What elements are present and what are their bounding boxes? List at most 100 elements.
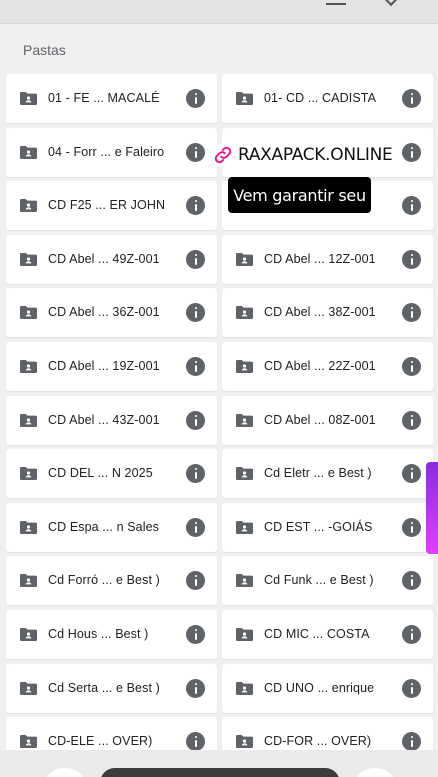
info-icon[interactable] — [186, 625, 205, 644]
info-icon[interactable] — [186, 732, 205, 752]
info-icon[interactable] — [186, 89, 205, 108]
folder-card[interactable]: CD Abel ... 12Z-001 — [222, 234, 433, 284]
bottom-nav — [0, 750, 438, 777]
ad-brand-banner[interactable]: RAXAPACK.ONLINE — [212, 144, 393, 166]
info-icon[interactable] — [402, 625, 421, 644]
folder-card[interactable]: CD F25 ... ER JOHN — [6, 181, 217, 231]
folder-card[interactable]: CD Abel ... 43Z-001 — [6, 395, 217, 445]
folder-name: 01 - FE ... MACALÉ — [48, 91, 160, 105]
folder-name: Cd Serta ... e Best ) — [48, 680, 160, 695]
info-icon[interactable] — [186, 249, 205, 269]
folder-card[interactable]: Cd Forró ... e Best ) — [6, 556, 217, 606]
link-icon — [214, 146, 232, 164]
info-icon[interactable] — [186, 410, 205, 430]
folder-name: Cd Eletr ... e Best ) — [264, 466, 372, 481]
folder-card[interactable]: CD Abel ... 22Z-001 — [222, 342, 433, 391]
folder-card[interactable]: CD MIC ... COSTA — [222, 610, 433, 659]
top-app-bar — [0, 0, 438, 24]
folder-name: CD DEL ... N 2025 — [48, 466, 153, 481]
info-icon[interactable] — [186, 196, 205, 216]
shared-folder-icon — [236, 360, 253, 373]
shared-folder-icon — [20, 252, 37, 266]
folder-card[interactable]: 01 - FE ... MACALÉ — [6, 74, 217, 123]
info-icon[interactable] — [402, 678, 421, 698]
shared-folder-icon — [236, 574, 253, 588]
folder-card[interactable]: CD UNO ... enrique — [222, 663, 433, 713]
folder-card[interactable]: CD Abel ... 19Z-001 — [6, 342, 217, 391]
nav-pill[interactable] — [100, 768, 340, 777]
shared-folder-icon — [236, 467, 253, 481]
shared-folder-icon — [20, 574, 37, 588]
info-icon[interactable] — [402, 142, 421, 162]
folder-card[interactable]: 04 - Forr ... e Faleiro — [6, 127, 217, 177]
folder-name: CD-ELE ... OVER) — [48, 734, 153, 749]
info-icon[interactable] — [402, 464, 421, 484]
info-icon[interactable] — [186, 142, 205, 162]
scroll-indicator[interactable] — [426, 462, 438, 554]
info-icon[interactable] — [186, 464, 205, 484]
folder-name: 04 - Forr ... e Faleiro — [48, 144, 165, 159]
shared-folder-icon — [20, 520, 37, 534]
info-icon[interactable] — [186, 357, 205, 376]
folder-card[interactable]: CD Abel ... 36Z-001 — [6, 288, 217, 338]
info-icon[interactable] — [402, 196, 421, 216]
info-icon[interactable] — [186, 303, 205, 323]
folder-name: CD-FOR ... OVER) — [264, 734, 372, 749]
folder-name: CD UNO ... enrique — [264, 680, 375, 695]
folder-name: CD EST ... -GOIÁS — [264, 519, 373, 534]
folder-card[interactable]: CD Abel ... 49Z-001 — [6, 234, 217, 284]
folder-card[interactable]: Cd Eletr ... e Best ) — [222, 449, 433, 499]
shared-folder-icon — [236, 681, 253, 695]
info-icon[interactable] — [186, 571, 205, 591]
shared-folder-icon — [236, 520, 253, 534]
shared-folder-icon — [236, 92, 253, 105]
section-title: Pastas — [23, 42, 66, 58]
info-icon[interactable] — [402, 410, 421, 430]
folder-card[interactable]: CD EST ... -GOIÁS — [222, 502, 433, 552]
folder-card[interactable]: Cd Serta ... e Best ) — [6, 663, 217, 713]
folder-card[interactable]: Cd Hous ... Best ) — [6, 610, 217, 659]
info-icon[interactable] — [402, 303, 421, 323]
shared-folder-icon — [20, 199, 37, 213]
folder-name: Cd Forró ... e Best ) — [48, 573, 160, 588]
folder-name: CD Abel ... 22Z-001 — [264, 359, 376, 373]
shared-folder-icon — [236, 413, 253, 427]
ad-tooltip: Vem garantir seu — [228, 177, 371, 213]
shared-folder-icon — [236, 735, 253, 749]
folder-name: CD Abel ... 08Z-001 — [264, 412, 376, 427]
shared-folder-icon — [20, 92, 37, 105]
shared-folder-icon — [20, 735, 37, 749]
folder-card[interactable]: CD Espa ... n Sales — [6, 502, 217, 552]
folder-name: CD Abel ... 19Z-001 — [48, 359, 160, 373]
folder-name: CD Abel ... 12Z-001 — [264, 251, 376, 266]
shared-folder-icon — [20, 628, 37, 641]
folder-name: CD Abel ... 38Z-001 — [264, 305, 376, 320]
folder-card[interactable]: CD DEL ... N 2025 — [6, 449, 217, 499]
shared-folder-icon — [20, 681, 37, 695]
folder-card[interactable]: CD Abel ... 38Z-001 — [222, 288, 433, 338]
folder-name: CD Abel ... 49Z-001 — [48, 251, 160, 266]
view-toggle-icon[interactable] — [326, 0, 346, 5]
ad-brand-text: RAXAPACK.ONLINE — [238, 145, 393, 165]
nav-button-right[interactable] — [355, 768, 395, 777]
shared-folder-icon — [20, 306, 37, 320]
folder-card[interactable]: 01- CD ... CADISTA — [222, 74, 433, 123]
chevron-icon[interactable] — [383, 0, 399, 7]
info-icon[interactable] — [402, 517, 421, 537]
nav-button-left[interactable] — [45, 768, 85, 777]
folder-name: CD Espa ... n Sales — [48, 519, 159, 534]
shared-folder-icon — [20, 467, 37, 481]
folder-name: 01- CD ... CADISTA — [264, 91, 377, 105]
info-icon[interactable] — [402, 571, 421, 591]
info-icon[interactable] — [186, 517, 205, 537]
info-icon[interactable] — [186, 678, 205, 698]
info-icon[interactable] — [402, 357, 421, 376]
folder-card[interactable]: Cd Funk ... e Best ) — [222, 556, 433, 606]
folder-name: CD Abel ... 36Z-001 — [48, 305, 160, 320]
info-icon[interactable] — [402, 89, 421, 108]
folder-card[interactable]: CD Abel ... 08Z-001 — [222, 395, 433, 445]
folder-name: Cd Funk ... e Best ) — [264, 573, 374, 588]
info-icon[interactable] — [402, 249, 421, 269]
shared-folder-icon — [20, 145, 37, 159]
info-icon[interactable] — [402, 732, 421, 752]
